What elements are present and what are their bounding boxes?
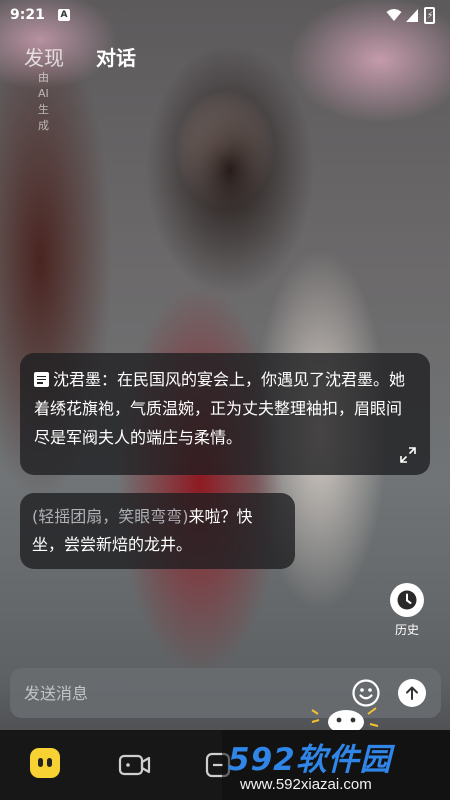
narration-bubble[interactable]: 沈君墨：在民国风的宴会上，你遇见了沈君墨。她着绣花旗袍，气质温婉，正为丈夫整理袖…	[20, 353, 430, 475]
history-label: 历史	[394, 623, 419, 637]
battery-icon: ⚡	[424, 7, 435, 24]
watermark-url: www.592xiazai.com	[240, 776, 372, 793]
tab-chat[interactable]: 对话	[96, 42, 136, 71]
watermark-logo-number: 592	[228, 742, 296, 778]
clock-icon	[397, 590, 417, 610]
watermark-logo-text: 软件园	[295, 742, 392, 778]
status-bar: 9:21 A ⚡	[0, 0, 450, 32]
signal-icon	[406, 9, 418, 22]
notification-badge: A	[58, 9, 70, 21]
home-mascot-icon[interactable]	[30, 748, 60, 778]
document-icon	[34, 372, 49, 387]
wifi-icon	[386, 9, 402, 21]
character-reply-bubble[interactable]: (轻摇团扇，笑眼弯弯)来啦？快坐，尝尝新焙的龙井。	[20, 493, 295, 569]
reply-action-text: (轻摇团扇，笑眼弯弯)	[32, 507, 189, 526]
ai-generated-label: 由AI生成	[38, 71, 49, 132]
expand-icon[interactable]	[400, 447, 416, 463]
video-icon[interactable]	[118, 752, 152, 778]
tab-discover[interactable]: 发现	[24, 42, 64, 71]
narration-text: 沈君墨：在民国风的宴会上，你遇见了沈君墨。她着绣花旗袍，气质温婉，正为丈夫整理袖…	[34, 370, 406, 447]
arrow-up-icon	[406, 686, 418, 700]
status-time: 9:21	[10, 7, 45, 23]
history-button[interactable]: 历史	[388, 583, 426, 638]
send-button[interactable]	[398, 679, 426, 707]
site-watermark: 592软件园 www.592xiazai.com	[222, 730, 450, 800]
message-input[interactable]	[24, 679, 344, 707]
